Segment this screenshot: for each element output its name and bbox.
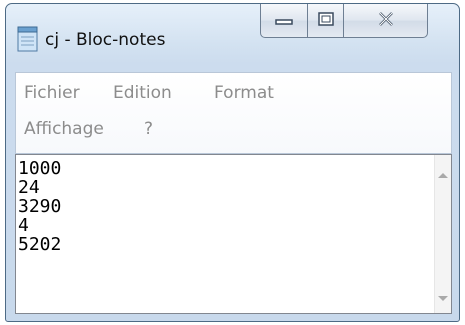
scroll-up-arrow-icon[interactable] xyxy=(438,173,448,178)
minimize-button[interactable] xyxy=(260,4,308,38)
menu-edition[interactable]: Edition xyxy=(113,83,172,103)
editor-line: 4 xyxy=(18,215,29,236)
text-editor[interactable]: 1000 24 3290 4 5202 xyxy=(15,154,452,314)
vertical-scrollbar[interactable] xyxy=(434,155,451,313)
maximize-button[interactable] xyxy=(308,4,344,38)
menu-format[interactable]: Format xyxy=(214,83,274,103)
close-icon xyxy=(377,11,395,31)
editor-line: 3290 xyxy=(18,196,62,217)
editor-line: 1000 xyxy=(18,158,62,179)
title-bar[interactable]: cj - Bloc-notes xyxy=(6,4,459,72)
window-title: cj - Bloc-notes xyxy=(45,30,166,50)
editor-content[interactable]: 1000 24 3290 4 5202 xyxy=(18,159,61,254)
menu-bar: Fichier Edition Format Affichage ? xyxy=(15,72,452,154)
editor-line: 5202 xyxy=(18,234,62,255)
scroll-down-arrow-icon[interactable] xyxy=(438,296,448,301)
menu-help[interactable]: ? xyxy=(144,119,153,139)
maximize-icon xyxy=(317,11,335,31)
menu-row-1: Fichier Edition Format xyxy=(16,77,451,113)
menu-affichage[interactable]: Affichage xyxy=(24,119,104,139)
notepad-icon xyxy=(16,26,40,52)
menu-row-2: Affichage ? xyxy=(16,113,451,149)
menu-fichier[interactable]: Fichier xyxy=(24,83,80,103)
minimize-icon xyxy=(274,11,294,30)
close-button[interactable] xyxy=(344,4,428,38)
notepad-window: cj - Bloc-notes Fichier Edition Format A… xyxy=(5,3,460,322)
editor-line: 24 xyxy=(18,177,40,198)
